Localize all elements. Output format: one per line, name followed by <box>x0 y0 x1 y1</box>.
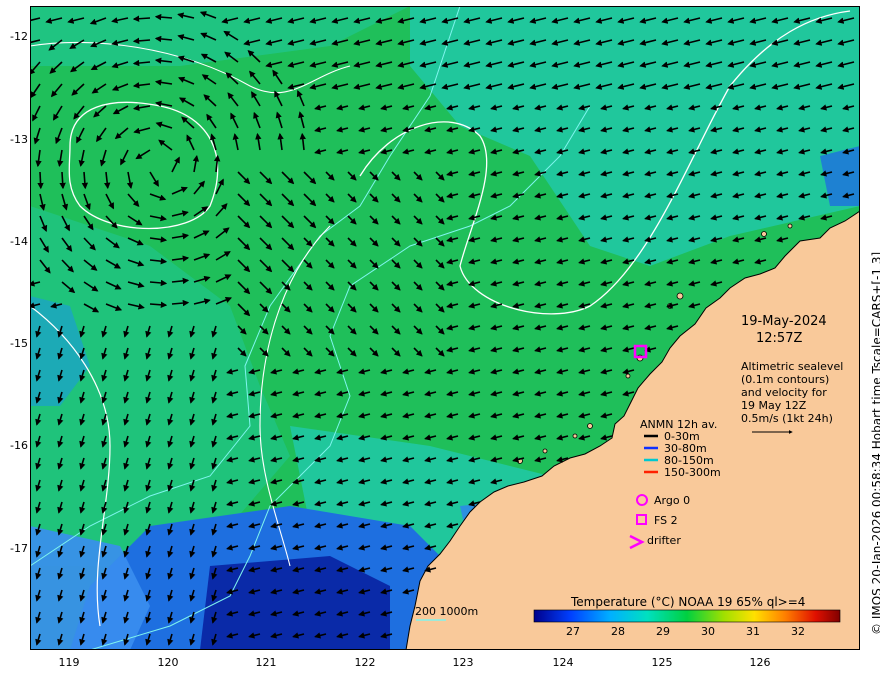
info-line-5: 0.5m/s (1kt 24h) <box>741 412 833 425</box>
colorbar-tick-30: 30 <box>701 625 715 638</box>
fs-label: FS 2 <box>654 514 678 527</box>
drifter-label: drifter <box>647 534 681 547</box>
colorbar-tick-31: 31 <box>746 625 760 638</box>
y-tick-label: -15 <box>10 337 28 350</box>
map-frame: 19-May-2024 12:57Z Altimetric sealevel (… <box>30 6 860 650</box>
info-line-2: (0.1m contours) <box>741 373 830 386</box>
x-tick-label: 119 <box>58 656 80 669</box>
x-tick-label: 123 <box>452 656 474 669</box>
colorbar-tick-28: 28 <box>611 625 625 638</box>
x-tick-label: 126 <box>749 656 771 669</box>
info-line-4: 19 May 12Z <box>741 399 807 412</box>
colorbar-title: Temperature (°C) NOAA 19 65% ql>=4 <box>571 595 806 609</box>
x-tick-label: 124 <box>552 656 574 669</box>
y-tick-label: -17 <box>10 542 28 555</box>
velocity-arrow <box>37 171 44 190</box>
date-label: 19-May-2024 <box>741 314 827 329</box>
colorbar-tick-32: 32 <box>791 625 805 638</box>
colorbar-tick-27: 27 <box>566 625 580 638</box>
x-tick-label: 121 <box>255 656 277 669</box>
depth-legend-label: 200 1000m <box>415 605 479 618</box>
y-tick-label: -14 <box>10 235 28 248</box>
x-tick-label: 120 <box>157 656 179 669</box>
info-line-1: Altimetric sealevel <box>741 360 844 373</box>
y-tick-label: -16 <box>10 439 28 452</box>
y-tick-label: -12 <box>10 30 28 43</box>
sst-map <box>30 6 860 650</box>
copyright-note: © IMOS 20-Jan-2026 00:58:34 Hobart time … <box>870 251 880 635</box>
x-tick-label: 125 <box>651 656 673 669</box>
info-line-3: and velocity for <box>741 386 827 399</box>
velocity-arrow <box>59 171 66 190</box>
colorbar <box>533 609 841 623</box>
x-tick-label: 122 <box>354 656 376 669</box>
velocity-arrow <box>132 15 151 22</box>
y-tick-label: -13 <box>10 133 28 146</box>
time-label: 12:57Z <box>756 331 803 346</box>
argo-label: Argo 0 <box>654 494 691 507</box>
legend-item-3: 150-300m <box>664 466 721 479</box>
colorbar-tick-29: 29 <box>656 625 670 638</box>
